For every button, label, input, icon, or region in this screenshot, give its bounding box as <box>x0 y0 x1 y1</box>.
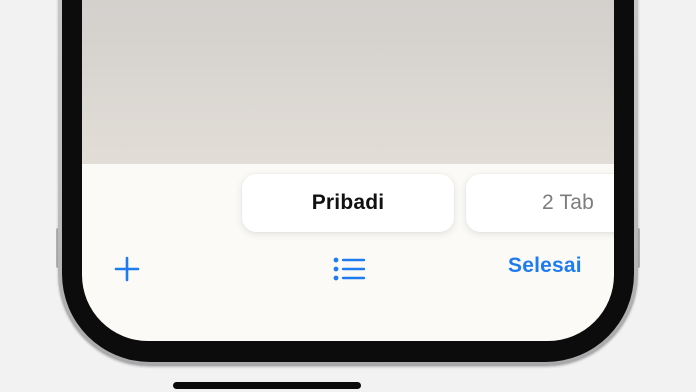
list-icon[interactable] <box>332 256 366 282</box>
plus-icon[interactable] <box>114 256 140 282</box>
tab-group-active[interactable]: Pribadi <box>242 174 454 232</box>
home-indicator <box>173 382 361 389</box>
tab-group-other-label: 2 Tab <box>542 191 594 214</box>
tab-group-other[interactable]: 2 Tab <box>466 174 614 232</box>
done-button[interactable]: Selesai <box>508 254 582 278</box>
phone-screen: Pribadi 2 Tab Selesai <box>82 0 614 341</box>
device-mockup: Pribadi 2 Tab Selesai <box>0 0 696 392</box>
tab-toolbar: Selesai <box>82 244 614 292</box>
tab-groups-strip: Pribadi 2 Tab <box>82 164 614 244</box>
web-content-preview <box>82 0 614 164</box>
tab-group-active-label: Pribadi <box>311 191 385 214</box>
